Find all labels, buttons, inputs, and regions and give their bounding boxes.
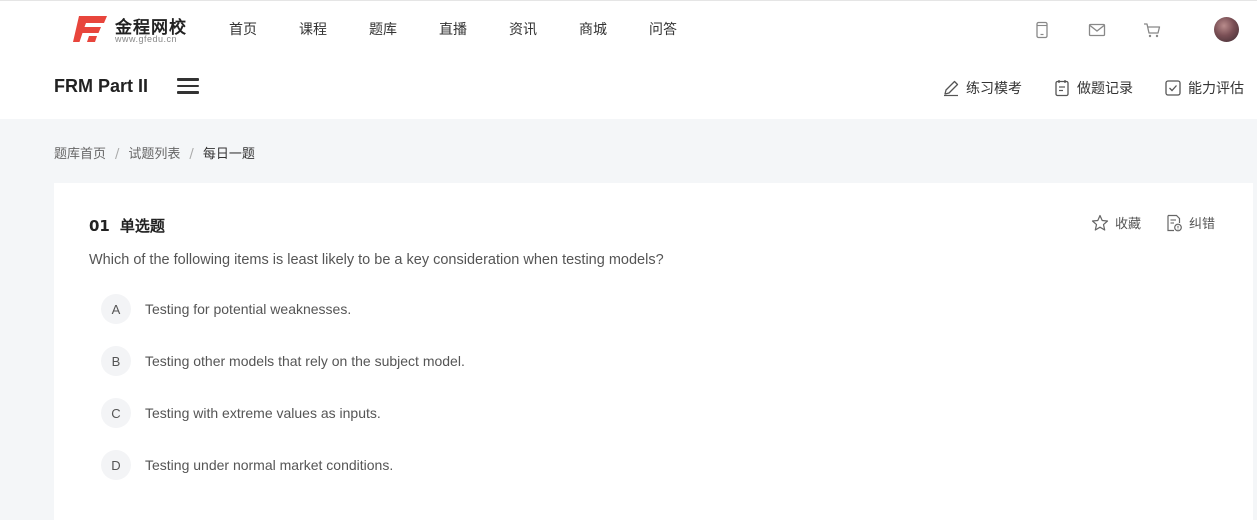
nav-item-live[interactable]: 直播 <box>439 19 467 39</box>
practice-exam-button[interactable]: 练习模考 <box>942 78 1022 98</box>
option-text: Testing other models that rely on the su… <box>145 353 465 369</box>
breadcrumb-question-list[interactable]: 试题列表 <box>128 147 180 162</box>
ability-assessment-button[interactable]: 能力评估 <box>1164 78 1244 98</box>
report-error-button[interactable]: 纠错 <box>1165 213 1215 232</box>
question-header: 01 单选题 <box>89 215 165 236</box>
question-number: 01 <box>89 217 110 235</box>
logo-domain: www.gfedu.cn <box>115 34 178 44</box>
option-text: Testing for potential weaknesses. <box>145 301 352 317</box>
site-logo[interactable]: 金程网校 www.gfedu.cn <box>73 13 193 45</box>
cart-icon[interactable] <box>1143 21 1161 39</box>
answer-history-button[interactable]: 做题记录 <box>1053 78 1133 98</box>
option-letter: D <box>101 450 131 480</box>
favorite-button[interactable]: 收藏 <box>1091 213 1141 232</box>
practice-exam-label: 练习模考 <box>966 81 1022 97</box>
question-stem: Which of the following items is least li… <box>89 252 664 268</box>
breadcrumb-current: 每日一题 <box>202 147 255 162</box>
user-avatar[interactable] <box>1214 17 1239 42</box>
option-a[interactable]: A Testing for potential weaknesses. <box>101 294 351 324</box>
breadcrumb-separator: / <box>115 147 120 162</box>
nav-item-news[interactable]: 资讯 <box>509 19 537 39</box>
option-d[interactable]: D Testing under normal market conditions… <box>101 450 393 480</box>
option-c[interactable]: C Testing with extreme values as inputs. <box>101 398 381 428</box>
answer-history-label: 做题记录 <box>1077 81 1133 97</box>
phone-icon[interactable] <box>1033 21 1051 39</box>
menu-icon[interactable] <box>177 78 199 94</box>
question-type: 单选题 <box>119 217 165 235</box>
nav-item-home[interactable]: 首页 <box>229 19 257 39</box>
report-icon <box>1167 214 1182 231</box>
star-icon <box>1091 214 1109 231</box>
option-text: Testing under normal market conditions. <box>145 457 394 473</box>
course-title: FRM Part II <box>54 76 149 96</box>
breadcrumb-separator: / <box>189 147 194 162</box>
course-header: FRM Part II 练习模考 做题记录 能力评估 <box>0 56 1257 119</box>
breadcrumb-question-bank-home[interactable]: 题库首页 <box>54 147 106 162</box>
breadcrumb: 题库首页 / 试题列表 / 每日一题 <box>54 143 255 162</box>
top-navbar: 金程网校 www.gfedu.cn 首页 课程 题库 直播 资讯 商城 问答 <box>0 0 1257 56</box>
option-b[interactable]: B Testing other models that rely on the … <box>101 346 465 376</box>
pencil-icon <box>944 80 959 97</box>
nav-item-mall[interactable]: 商城 <box>579 19 607 39</box>
mail-icon[interactable] <box>1088 21 1106 39</box>
nav-item-question-bank[interactable]: 题库 <box>369 19 397 39</box>
logo-icon <box>73 16 107 42</box>
option-text: Testing with extreme values as inputs. <box>145 405 381 421</box>
nav-item-qa[interactable]: 问答 <box>649 19 677 39</box>
option-letter: A <box>101 294 131 324</box>
checkbox-icon <box>1165 80 1181 96</box>
clipboard-icon <box>1055 80 1069 97</box>
question-card: 01 单选题 收藏 纠错 Which of the following items… <box>54 183 1253 520</box>
option-letter: C <box>101 398 131 428</box>
nav-item-courses[interactable]: 课程 <box>299 19 327 39</box>
option-letter: B <box>101 346 131 376</box>
report-error-label: 纠错 <box>1189 217 1216 232</box>
ability-assessment-label: 能力评估 <box>1188 81 1244 97</box>
favorite-label: 收藏 <box>1115 217 1142 232</box>
